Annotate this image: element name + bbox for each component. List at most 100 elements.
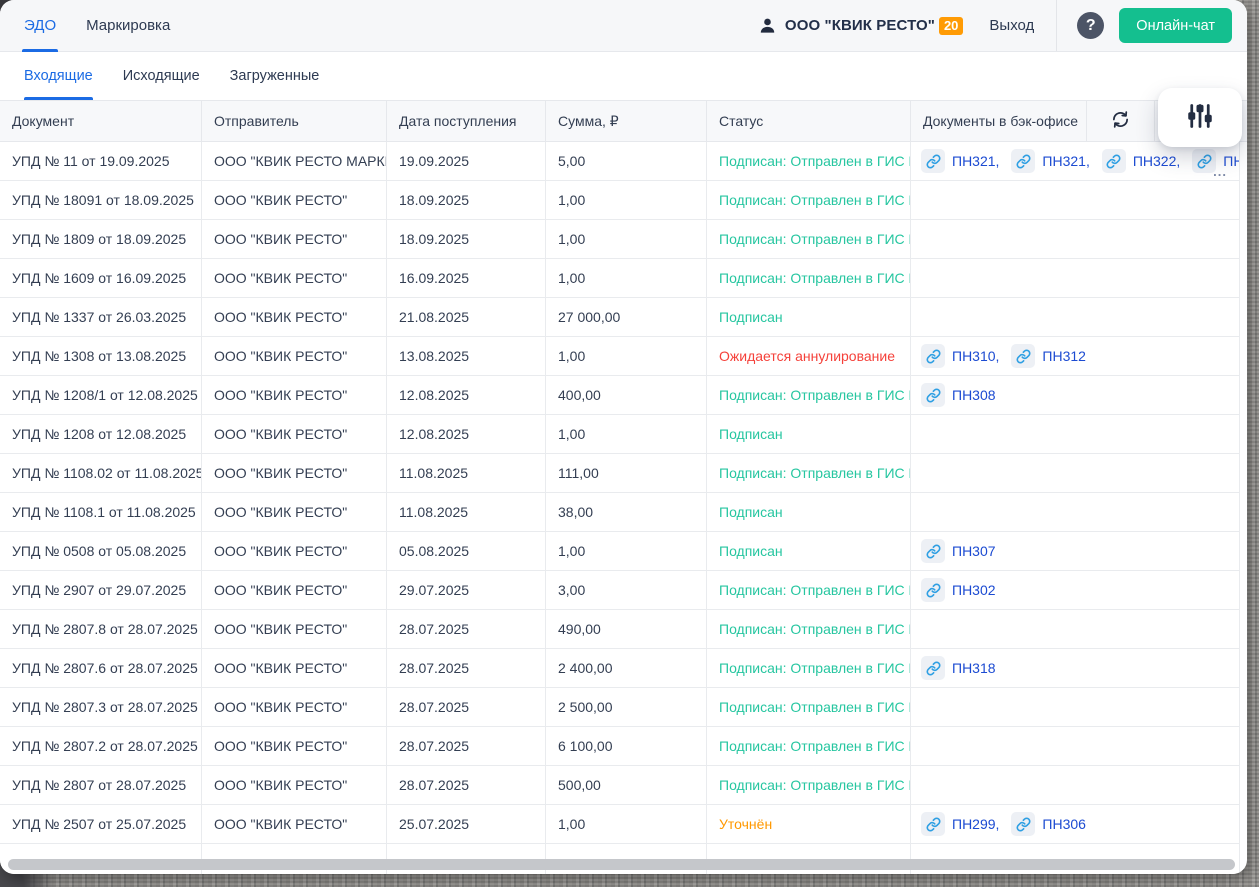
doc-link[interactable]: ПН302 [921,578,996,602]
cell-status: Подписан [707,493,911,531]
cell-document: УПД № 0508 от 05.08.2025 [0,532,202,570]
cell-backoffice-docs [911,259,1240,297]
doc-link[interactable]: ПН306 [1011,812,1086,836]
table-row[interactable]: УПД № 1208/1 от 12.08.2025 ООО "КВИК РЕС… [0,376,1240,415]
link-icon [921,812,945,836]
cell-document: УПД № 1108.1 от 11.08.2025 [0,493,202,531]
doc-link[interactable]: ПН308 [921,383,996,407]
status-text: Уточнён [719,816,772,832]
doc-link-label[interactable]: ПН318 [952,660,996,676]
notification-badge[interactable]: 20 [939,17,963,35]
doc-link-label[interactable]: ПН322, [1133,153,1180,169]
table-row[interactable]: УПД № 2807.2 от 28.07.2025 ООО "КВИК РЕС… [0,727,1240,766]
table-row[interactable]: УПД № 1108.02 от 11.08.2025 ООО "КВИК РЕ… [0,454,1240,493]
doc-link[interactable]: ПН310, [921,344,999,368]
status-text: Подписан [719,504,783,520]
cell-date: 25.07.2025 [387,805,546,843]
cell-date: 12.08.2025 [387,376,546,414]
status-text: Подписан [719,426,783,442]
top-bar: ЭДО Маркировка ООО "КВИК РЕСТО" 20 Выход… [0,0,1247,52]
refresh-button[interactable] [1087,101,1155,141]
table-row[interactable]: УПД № 1809 от 18.09.2025 ООО "КВИК РЕСТО… [0,220,1240,259]
cell-sender: ООО "КВИК РЕСТО" [202,649,387,687]
horizontal-scrollbar[interactable] [8,859,1235,870]
cell-amount: 5,00 [546,142,707,180]
doc-link-label[interactable]: ПН302 [952,582,996,598]
doc-link[interactable]: ПН312 [1011,344,1086,368]
cell-backoffice-docs [911,415,1240,453]
cell-sender: ООО "КВИК РЕСТО" [202,688,387,726]
table-row[interactable]: УПД № 1108.1 от 11.08.2025 ООО "КВИК РЕС… [0,493,1240,532]
table-row[interactable]: УПД № 0508 от 05.08.2025 ООО "КВИК РЕСТО… [0,532,1240,571]
table-row[interactable]: УПД № 2807.8 от 28.07.2025 ООО "КВИК РЕС… [0,610,1240,649]
cell-backoffice-docs [911,220,1240,258]
column-header-backoffice-docs[interactable]: Документы в бэк-офисе [911,101,1087,141]
doc-link[interactable]: ПН299, [921,812,999,836]
doc-link-label[interactable]: ПН307 [952,543,996,559]
cell-status: Ожидается аннулирование [707,337,911,375]
cell-backoffice-docs: ПН302 [911,571,1240,609]
tab-uploaded[interactable]: Загруженные [230,52,320,100]
doc-link-label[interactable]: ПН321, [1042,153,1089,169]
cell-sender: ООО "КВИК РЕСТО" [202,376,387,414]
doc-link-label[interactable]: ПН321, [952,153,999,169]
docs-overflow-ellipsis[interactable]: ... [1213,164,1227,179]
cell-date: 21.08.2025 [387,298,546,336]
table-row[interactable]: УПД № 2507 от 25.07.2025 ООО "КВИК РЕСТО… [0,805,1240,844]
tab-edo[interactable]: ЭДО [24,0,56,51]
doc-link[interactable]: ПН321, [1011,149,1089,173]
column-header-document[interactable]: Документ [0,101,202,141]
doc-link-label[interactable]: ПН308 [952,387,996,403]
doc-link-label[interactable]: ПН312 [1042,348,1086,364]
column-header-sender[interactable]: Отправитель [202,101,387,141]
cell-document: УПД № 1809 от 18.09.2025 [0,220,202,258]
filter-button[interactable] [1158,88,1242,147]
table-row[interactable]: УПД № 1208 от 12.08.2025 ООО "КВИК РЕСТО… [0,415,1240,454]
cell-date: 11.08.2025 [387,454,546,492]
column-header-amount[interactable]: Сумма, ₽ [546,101,707,141]
table-row[interactable]: УПД № 11 от 19.09.2025 ООО "КВИК РЕСТО М… [0,142,1240,181]
tab-outgoing[interactable]: Исходящие [123,52,200,100]
doc-link-label[interactable]: ПН310, [952,348,999,364]
table-row[interactable]: УПД № 18091 от 18.09.2025 ООО "КВИК РЕСТ… [0,181,1240,220]
online-chat-button[interactable]: Онлайн-чат [1119,8,1232,43]
cell-amount: 400,00 [546,376,707,414]
table-row[interactable]: УПД № 1308 от 13.08.2025 ООО "КВИК РЕСТО… [0,337,1240,376]
doc-link[interactable]: ПН321, [921,149,999,173]
cell-backoffice-docs [911,298,1240,336]
cell-document: УПД № 2807.3 от 28.07.2025 [0,688,202,726]
cell-status: Подписан [707,298,911,336]
table-row[interactable]: УПД № 1337 от 26.03.2025 ООО "КВИК РЕСТО… [0,298,1240,337]
cell-date: 12.08.2025 [387,415,546,453]
link-icon [1011,812,1035,836]
question-icon: ? [1086,17,1096,35]
help-button[interactable]: ? [1077,12,1104,39]
tab-incoming[interactable]: Входящие [24,52,93,100]
cell-backoffice-docs [911,454,1240,492]
doc-link-label[interactable]: ПН299, [952,816,999,832]
table-row[interactable]: УПД № 2907 от 29.07.2025 ООО "КВИК РЕСТО… [0,571,1240,610]
table-row[interactable]: УПД № 2807.3 от 28.07.2025 ООО "КВИК РЕС… [0,688,1240,727]
column-header-date[interactable]: Дата поступления [387,101,546,141]
org-name[interactable]: ООО "КВИК РЕСТО" [785,17,935,34]
doc-link[interactable]: ПН307 [921,539,996,563]
logout-link[interactable]: Выход [989,17,1034,34]
status-text: Подписан [719,543,783,559]
cell-document: УПД № 2907 от 29.07.2025 [0,571,202,609]
table-row[interactable]: УПД № 2807.6 от 28.07.2025 ООО "КВИК РЕС… [0,649,1240,688]
doc-link-label[interactable]: ПН306 [1042,816,1086,832]
column-header-status[interactable]: Статус [707,101,911,141]
cell-date: 28.07.2025 [387,727,546,765]
tab-markirovka[interactable]: Маркировка [86,0,170,51]
cell-sender: ООО "КВИК РЕСТО" [202,259,387,297]
doc-link[interactable]: ПН322, [1102,149,1180,173]
table-row[interactable]: УПД № 2807 от 28.07.2025 ООО "КВИК РЕСТО… [0,766,1240,805]
cell-status: Подписан: Отправлен в ГИС МТ [707,610,911,648]
cell-date: 19.09.2025 [387,142,546,180]
link-icon [921,149,945,173]
status-text: Подписан: Отправлен в ГИС МТ [719,153,911,169]
cell-backoffice-docs: ПН321,ПН321,ПН322,ПН346,... [911,142,1240,180]
table-row[interactable]: УПД № 1609 от 16.09.2025 ООО "КВИК РЕСТО… [0,259,1240,298]
doc-link[interactable]: ПН318 [921,656,996,680]
status-text: Подписан: Отправлен в ГИС МТ [719,270,911,286]
